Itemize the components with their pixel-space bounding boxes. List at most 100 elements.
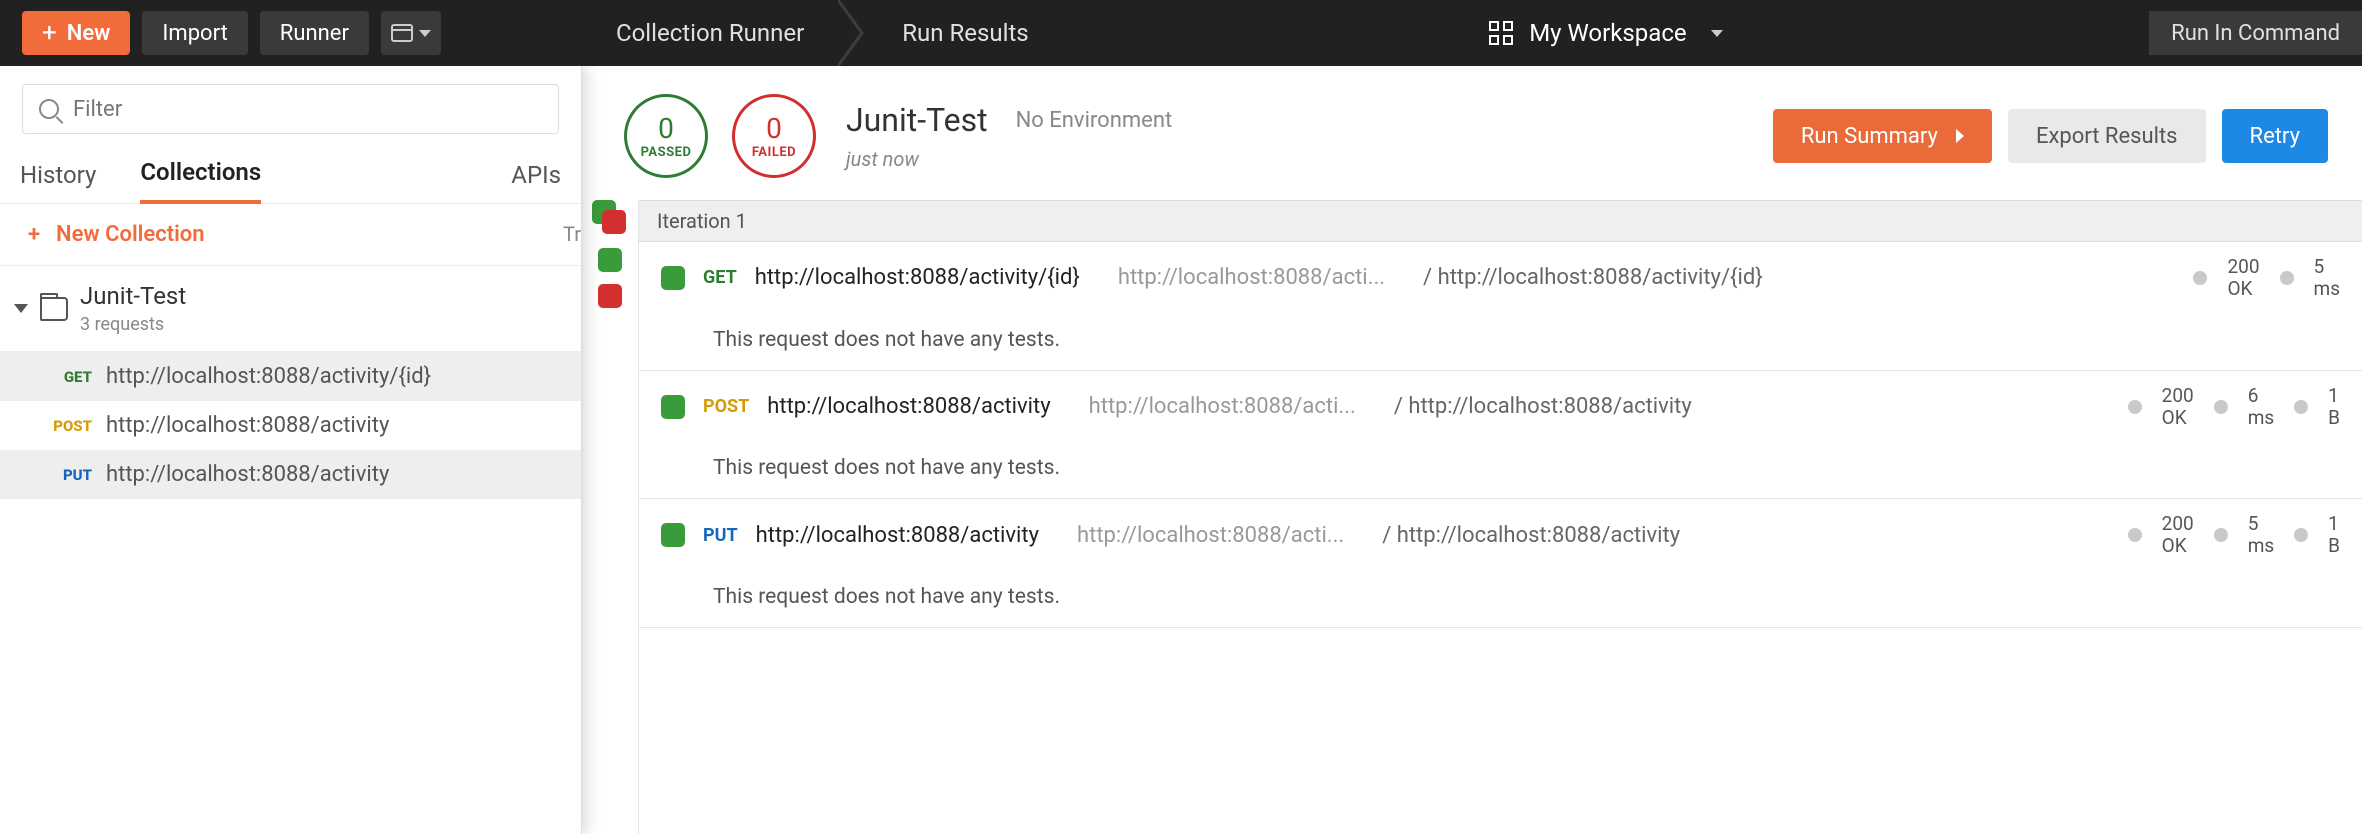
status-metric: 200OK [2162,513,2194,557]
run-summary-button[interactable]: Run Summary [1773,109,1992,163]
status-dot-icon [2128,400,2142,414]
passed-count-ring: 0 PASSED [624,94,708,178]
breadcrumb-run-results[interactable]: Run Results [868,0,1062,66]
result-path: / http://localhost:8088/activity/{id} [1423,265,1763,290]
runner-button[interactable]: Runner [260,11,369,55]
sidebar-tabs: History Collections APIs [0,146,581,204]
run-in-command-button[interactable]: Run In Command [2149,11,2362,55]
iteration-stack-icon[interactable] [592,200,628,236]
workspace-selector[interactable]: My Workspace [1063,0,2149,66]
runner-panel: 0 PASSED 0 FAILED Junit-Test No Environm… [582,66,2362,834]
collection-name: Junit-Test [80,282,186,310]
runner-body: Iteration 1 GEThttp://localhost:8088/act… [582,200,2362,834]
filter-input[interactable] [73,97,542,122]
run-summary-label: Run Summary [1801,124,1938,149]
status-dot-icon [2128,528,2142,542]
tab-icon [391,24,413,42]
run-timestamp: just now [846,147,1172,171]
iteration-chip-fail[interactable] [598,284,622,308]
tab-collections[interactable]: Collections [140,158,261,204]
topbar-left-group: + New Import Runner [0,0,582,66]
retry-label: Retry [2250,124,2300,149]
method-label: PUT [42,466,92,484]
result-url-truncated: http://localhost:8088/acti... [1089,394,1356,419]
plus-icon: + [26,222,42,247]
new-collection-button[interactable]: + New Collection [0,204,581,265]
search-icon [39,99,59,119]
breadcrumb: Collection Runner Run Results [582,0,1063,66]
result-url: http://localhost:8088/activity [767,394,1050,419]
filter-input-wrapper[interactable] [22,84,559,134]
topbar: + New Import Runner Collection Runner Ru… [0,0,2362,66]
breadcrumb-collection-runner[interactable]: Collection Runner [582,0,838,66]
method-label: GET [703,267,737,288]
status-dot-icon [2294,528,2308,542]
size-metric: 1B [2328,385,2340,429]
time-metric: 6ms [2248,385,2274,429]
sidebar-request-item[interactable]: PUT http://localhost:8088/activity [0,450,581,499]
method-label: POST [703,396,749,417]
import-button[interactable]: Import [142,11,247,55]
status-dot-icon [2294,400,2308,414]
result-metrics: 200OK5ms [2193,256,2340,300]
chevron-down-icon [419,30,431,37]
collection-header[interactable]: Junit-Test 3 requests [0,276,581,341]
iteration-strip [582,200,638,834]
runner-button-label: Runner [280,21,349,46]
sidebar-request-item[interactable]: GET http://localhost:8088/activity/{id} [0,352,581,401]
result-row[interactable]: PUT http://localhost:8088/activity http://… [639,499,2362,628]
tab-history[interactable]: History [20,161,96,203]
sidebar-request-item[interactable]: POSThttp://localhost:8088/activity [0,401,581,450]
failed-count: 0 [766,112,782,145]
method-label: PUT [703,525,738,546]
result-row[interactable]: GET http://localhost:8088/activity/{id} ht… [639,242,2362,371]
status-dot-icon [2193,271,2207,285]
workspace-label: My Workspace [1529,19,1686,47]
sidebar: History Collections APIs + New Collectio… [0,66,582,834]
no-tests-message: This request does not have any tests. [639,571,2362,627]
chevron-down-icon [1711,30,1723,37]
method-label: GET [42,368,92,386]
filter-container [0,66,581,146]
result-metrics: 200OK5ms1B [2128,513,2340,557]
result-url: http://localhost:8088/activity/{id} [755,265,1080,290]
result-path: / http://localhost:8088/activity [1382,523,1680,548]
export-results-label: Export Results [2036,124,2178,149]
new-button[interactable]: + New [22,11,130,55]
new-button-label: New [67,21,111,46]
status-dot-icon [2280,271,2294,285]
no-tests-message: This request does not have any tests. [639,314,2362,370]
status-dot-icon [2214,400,2228,414]
workspace-grid-icon [1489,21,1513,45]
export-results-button[interactable]: Export Results [2008,109,2206,163]
folder-icon [40,297,68,321]
tab-apis[interactable]: APIs [511,161,561,203]
failed-count-ring: 0 FAILED [732,94,816,178]
result-row[interactable]: POST http://localhost:8088/activity http:/… [639,371,2362,500]
run-in-command-label: Run In Command [2171,21,2340,46]
iteration-chip-pass[interactable] [598,248,622,272]
passed-label: PASSED [641,145,692,160]
result-path: / http://localhost:8088/activity [1394,394,1692,419]
retry-button[interactable]: Retry [2222,109,2328,163]
result-url-truncated: http://localhost:8088/acti... [1077,523,1344,548]
time-metric: 5ms [2314,256,2340,300]
runner-actions: Run Summary Export Results Retry [1773,109,2328,163]
collection-item: Junit-Test 3 requests [0,265,581,352]
chevron-down-icon [14,304,28,313]
collection-subtitle: 3 requests [80,314,186,335]
result-metrics: 200OK 6ms 1B [2128,385,2340,429]
request-url: http://localhost:8088/activity [106,462,389,487]
status-square-icon [661,523,685,547]
new-tab-button[interactable] [381,11,441,55]
result-url-truncated: http://localhost:8088/acti... [1118,265,1385,290]
plus-icon: + [42,20,57,46]
no-tests-message: This request does not have any tests. [639,442,2362,498]
clipped-text: Tr [563,222,581,246]
passed-count: 0 [658,112,674,145]
run-title: Junit-Test [846,101,988,139]
failed-label: FAILED [752,145,796,160]
status-metric: 200OK [2162,385,2194,429]
request-url: http://localhost:8088/activity/{id} [106,364,431,389]
result-url: http://localhost:8088/activity [756,523,1039,548]
